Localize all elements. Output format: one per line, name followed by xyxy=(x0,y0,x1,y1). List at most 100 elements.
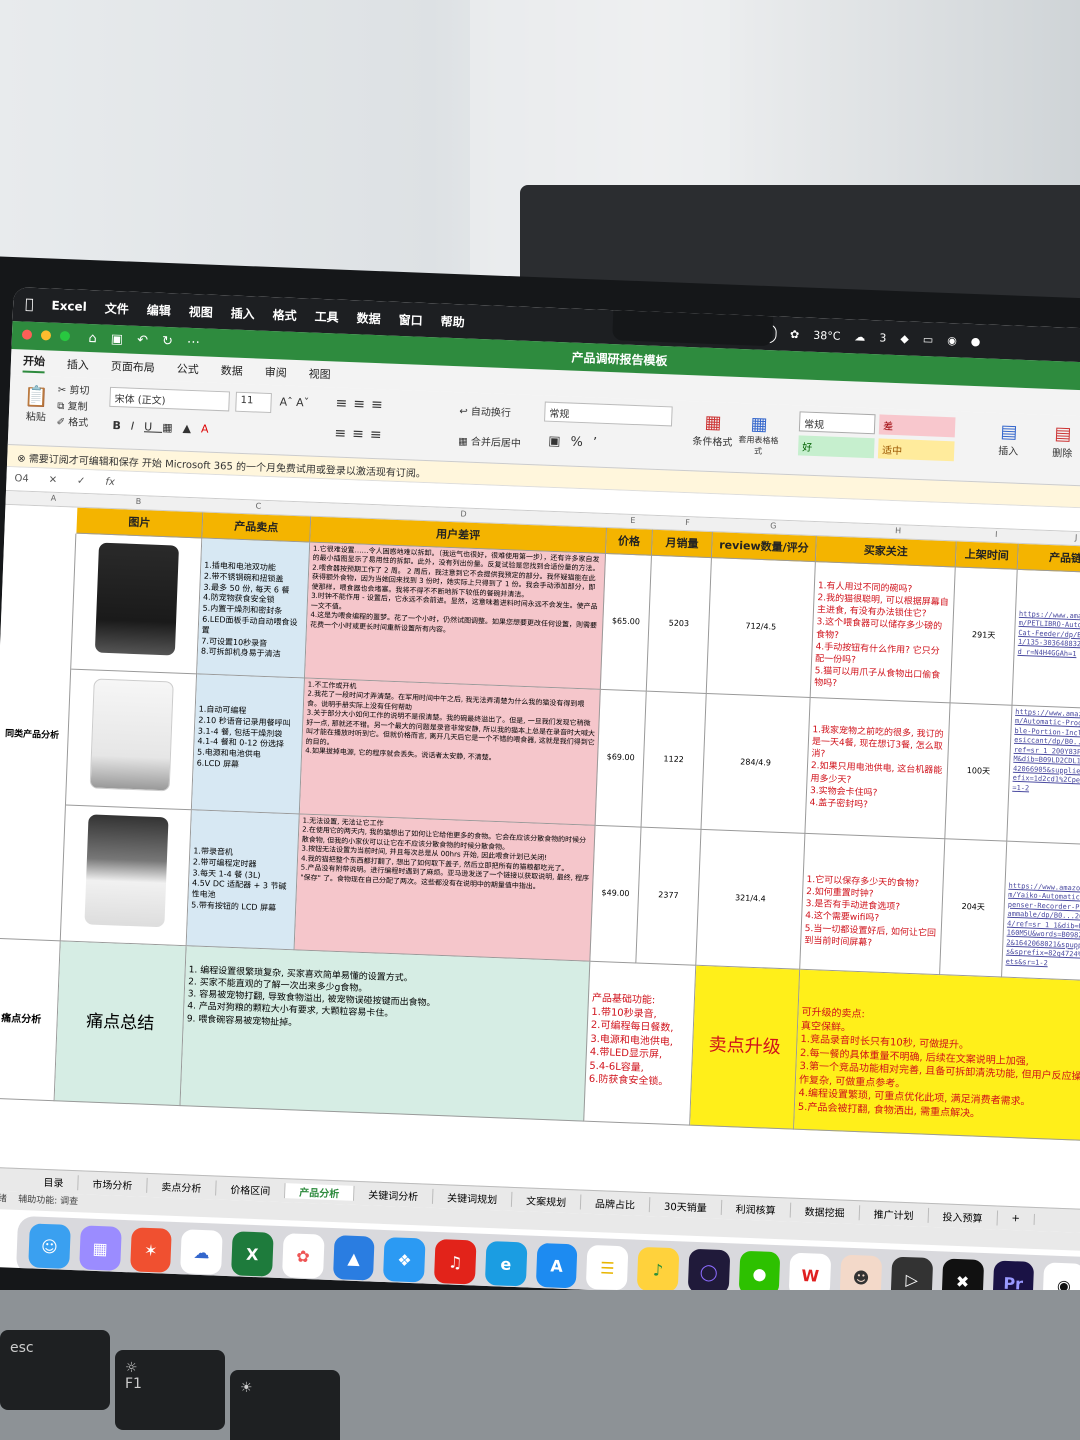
sheet-tab-brand-share[interactable]: 品牌占比 xyxy=(580,1194,651,1213)
upgrade-title[interactable]: 卖点升级 xyxy=(690,965,801,1130)
col-h[interactable]: H xyxy=(895,526,901,535)
weather-icon[interactable]: ✿ xyxy=(790,327,800,340)
wechat-icon[interactable]: ● xyxy=(971,334,981,347)
music-app-icon[interactable]: ♪ xyxy=(636,1246,680,1293)
monthly-sales-1[interactable]: 5203 xyxy=(646,555,712,694)
upgrade-points[interactable]: 可升级的卖点: 真空保鲜。 1.竞品录音时长只有10秒, 可做提升。 2.每一餐… xyxy=(794,969,1080,1142)
app-store-icon[interactable]: A xyxy=(535,1242,578,1289)
copy-button[interactable]: ⧉ 复制 xyxy=(57,399,89,416)
header-link[interactable]: 产品链 xyxy=(1017,543,1080,574)
header-listed-time[interactable]: 上架时间 xyxy=(955,541,1019,570)
home-icon[interactable]: ⌂ xyxy=(88,331,97,346)
badge-icon[interactable]: ☁ xyxy=(854,330,865,343)
font-style-buttons[interactable]: BIU▦▲A xyxy=(112,419,219,436)
review-rating-1[interactable]: 712/4.5 xyxy=(706,558,816,698)
col-e[interactable]: E xyxy=(630,516,635,525)
sheet-tab-market[interactable]: 市场分析 xyxy=(78,1175,148,1193)
conditional-format-button[interactable]: ▦ 条件格式 xyxy=(692,411,733,449)
product-image-1[interactable] xyxy=(71,533,203,675)
keynote-icon[interactable]: ▲ xyxy=(332,1235,375,1281)
name-box[interactable]: O4 xyxy=(14,473,29,485)
confirm-icon[interactable]: ✓ xyxy=(77,476,86,487)
style-bad[interactable]: 差 xyxy=(878,414,956,438)
tab-view[interactable]: 视图 xyxy=(308,365,331,382)
layers-icon[interactable]: ◆ xyxy=(900,332,909,345)
minimize-button[interactable] xyxy=(40,330,51,341)
font-grow-icon[interactable]: Aˆ Aˇ xyxy=(279,395,309,409)
menu-view[interactable]: 视图 xyxy=(188,302,213,320)
notes-icon[interactable]: ☰ xyxy=(586,1244,629,1291)
launchpad-icon[interactable]: ▦ xyxy=(78,1225,122,1271)
header-selling-points[interactable]: 产品卖点 xyxy=(202,512,312,543)
menu-tools[interactable]: 工具 xyxy=(314,307,339,325)
tab-data[interactable]: 数据 xyxy=(220,362,243,379)
number-buttons[interactable]: ▣%’ xyxy=(548,434,607,451)
cast-icon[interactable]: ▭ xyxy=(923,333,934,346)
menu-excel[interactable]: Excel xyxy=(51,299,87,314)
table-format-button[interactable]: ▦ 套用表格格式 xyxy=(738,413,780,458)
pain-points-list[interactable]: 1. 编程设置很繁琐复杂, 买家喜欢简单易懂的设置方式。 2. 买家不能直观的了… xyxy=(180,946,591,1122)
cut-button[interactable]: ✂ 剪切 xyxy=(58,383,90,400)
redo-icon[interactable]: ↻ xyxy=(162,333,173,348)
safari-icon[interactable]: ❖ xyxy=(383,1237,426,1283)
sheet-tab-keyword-plan[interactable]: 关键词规划 xyxy=(432,1188,513,1207)
menu-file[interactable]: 文件 xyxy=(104,299,130,317)
tab-formulas[interactable]: 公式 xyxy=(176,360,199,377)
listed-time-3[interactable]: 204天 xyxy=(940,839,1008,978)
menu-window[interactable]: 窗口 xyxy=(398,310,423,328)
zoom-button[interactable] xyxy=(59,330,70,342)
menu-edit[interactable]: 编辑 xyxy=(146,301,172,319)
tab-home[interactable]: 开始 xyxy=(22,352,46,374)
header-price[interactable]: 价格 xyxy=(605,528,653,556)
col-a[interactable]: A xyxy=(51,494,57,503)
sheet-tab-selling[interactable]: 卖点分析 xyxy=(147,1177,217,1196)
merge-center-button[interactable]: ▦ 合并后居中 xyxy=(458,432,521,449)
align-buttons[interactable]: ≡≡≡ xyxy=(335,396,389,414)
sheet-tab-keyword-analysis[interactable]: 关键词分析 xyxy=(353,1185,434,1204)
tab-page-layout[interactable]: 页面布局 xyxy=(111,358,156,376)
selling-points-3[interactable]: 1.带录音机 2.带可编程定时器 3.每天 1-4 餐 (3L) 4.5V DC… xyxy=(186,810,300,951)
header-monthly-sales[interactable]: 月销量 xyxy=(651,529,713,559)
selling-points-1[interactable]: 1.插电和电池双功能 2.带不锈钢碗和扭锁盖 3.最多 50 份, 每天 6 餐… xyxy=(197,538,311,679)
excel-icon[interactable]: X xyxy=(231,1231,274,1277)
style-good[interactable]: 好 xyxy=(797,435,875,459)
negative-reviews-1[interactable]: 1.它很难设置……令人困惑地难以拆卸。（我运气也很好，很难使用第一步），还有许多… xyxy=(304,542,606,690)
col-i[interactable]: I xyxy=(995,530,998,539)
menu-help[interactable]: 帮助 xyxy=(440,312,465,330)
edge-icon[interactable]: e xyxy=(484,1240,528,1287)
align-buttons-2[interactable]: ≡≡≡ xyxy=(334,426,388,444)
format-painter-button[interactable]: ✐ 格式 xyxy=(56,415,88,432)
buyer-concerns-1[interactable]: 1.有人用过不同的碗吗? 2.我的猫很聪明, 可以根据屏幕自主进食, 有没有办法… xyxy=(810,562,956,704)
price-3[interactable]: $49.00 xyxy=(590,825,642,964)
insert-cells-button[interactable]: ▤ 插入 xyxy=(998,421,1019,458)
sheet-tab-promotion[interactable]: 推广计划 xyxy=(859,1205,929,1223)
number-format-select[interactable]: 常规 xyxy=(544,401,673,427)
buyer-concerns-2[interactable]: 1.我家宠物之前吃的很多, 我订的是一天4餐, 现在想订3餐, 怎么取消? 2.… xyxy=(805,697,951,840)
more-icon[interactable]: ⋯ xyxy=(187,334,201,349)
f1-key[interactable]: ☼ F1 xyxy=(115,1350,225,1430)
listed-time-2[interactable]: 100天 xyxy=(945,703,1013,842)
delete-cells-button[interactable]: ▤ 删除 xyxy=(1052,423,1073,460)
pinwheel-icon[interactable]: ✶ xyxy=(129,1227,173,1273)
pain-summary-title[interactable]: 痛点总结 xyxy=(54,941,187,1107)
listed-time-1[interactable]: 291天 xyxy=(950,567,1018,706)
negative-reviews-2[interactable]: 1.不工作或开机 2.我花了一段时间才弄清楚。在军用时间中午之后, 我无法弄清楚… xyxy=(299,678,601,826)
col-c[interactable]: C xyxy=(255,502,261,511)
price-1[interactable]: $65.00 xyxy=(600,554,652,692)
header-review-rating[interactable]: review数量/评分 xyxy=(711,532,817,563)
sheet-tab-copy-plan[interactable]: 文案规划 xyxy=(511,1191,582,1210)
sheet-tab-budget[interactable]: 投入预算 xyxy=(928,1207,998,1226)
sheet-tab-price[interactable]: 价格区间 xyxy=(216,1180,286,1199)
price-2[interactable]: $69.00 xyxy=(595,689,647,828)
negative-reviews-3[interactable]: 1.无法设置, 无法让它工作 2.在使用它的两天内, 我的猫想出了如何让它给他更… xyxy=(294,814,596,962)
menu-data[interactable]: 数据 xyxy=(356,309,381,327)
basic-functions[interactable]: 产品基础功能: 1.带10秒录音, 2.可编程每日餐数, 3.电源和电池供电, … xyxy=(584,961,697,1126)
bell-icon[interactable]: ◉ xyxy=(947,333,957,346)
review-rating-3[interactable]: 321/4.4 xyxy=(696,829,806,970)
baidu-netdisk-icon[interactable]: ☁ xyxy=(180,1229,223,1275)
menu-insert[interactable]: 插入 xyxy=(230,304,255,322)
fx-icon[interactable]: fx xyxy=(105,477,115,488)
sheet-tab-toc[interactable]: 目录 xyxy=(29,1173,79,1191)
product-link-2[interactable]: https://www.amazon.com/Automatic-Program… xyxy=(1007,705,1080,846)
style-normal[interactable]: 常规 xyxy=(798,411,876,435)
